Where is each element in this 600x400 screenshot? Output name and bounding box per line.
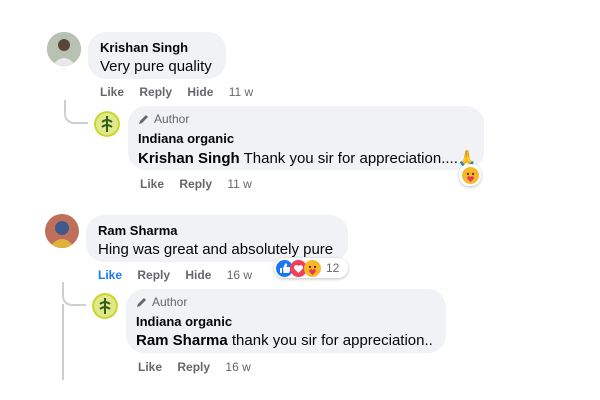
brand-logo-icon bbox=[94, 111, 120, 137]
reply-text-line: Ram Sharma thank you sir for appreciatio… bbox=[136, 332, 433, 349]
comment-bubble: Ram Sharma Hing was great and absolutely… bbox=[86, 215, 348, 262]
care-icon bbox=[461, 166, 479, 184]
like-button[interactable]: Like bbox=[100, 85, 124, 99]
like-button[interactable]: Like bbox=[138, 360, 162, 374]
reply-actions: Like Reply 11 w bbox=[140, 177, 264, 191]
reply-button[interactable]: Reply bbox=[179, 177, 212, 191]
comment-actions: Like Reply Hide 16 w bbox=[98, 268, 264, 282]
reply-bubble: Author Indiana organic Ram Sharma thank … bbox=[126, 289, 446, 353]
reaction-badge[interactable] bbox=[459, 164, 481, 186]
author-badge: Author bbox=[138, 112, 189, 126]
timestamp[interactable]: 16 w bbox=[227, 268, 252, 282]
thread-line bbox=[62, 282, 86, 306]
comment-author[interactable]: Krishan Singh bbox=[100, 40, 188, 55]
avatar-indiana-organic[interactable] bbox=[94, 111, 120, 137]
reply-text: Thank you sir for appreciation....🙏 bbox=[243, 150, 477, 167]
timestamp[interactable]: 11 w bbox=[229, 85, 253, 99]
reply-bubble: Author Indiana organic Krishan Singh Tha… bbox=[128, 106, 484, 170]
avatar-krishan-singh[interactable] bbox=[47, 32, 81, 66]
comment-text: Very pure quality bbox=[100, 58, 212, 75]
thread-line bbox=[62, 304, 64, 380]
timestamp[interactable]: 11 w bbox=[227, 177, 251, 191]
comment-author[interactable]: Ram Sharma bbox=[98, 223, 177, 238]
like-button[interactable]: Like bbox=[140, 177, 164, 191]
comment-bubble: Krishan Singh Very pure quality bbox=[88, 32, 226, 79]
brand-logo-icon bbox=[92, 293, 118, 319]
reply-button[interactable]: Reply bbox=[137, 268, 170, 282]
reply-author[interactable]: Indiana organic bbox=[138, 131, 234, 146]
thread-line bbox=[64, 100, 88, 124]
reply-button[interactable]: Reply bbox=[139, 85, 172, 99]
hide-button[interactable]: Hide bbox=[187, 85, 213, 99]
avatar-ram-sharma[interactable] bbox=[45, 214, 79, 248]
reaction-summary[interactable]: 12 bbox=[274, 258, 348, 278]
reaction-count: 12 bbox=[326, 261, 340, 275]
person-photo-icon bbox=[45, 214, 79, 248]
avatar-indiana-organic[interactable] bbox=[92, 293, 118, 319]
hide-button[interactable]: Hide bbox=[185, 268, 211, 282]
reply-text-line: Krishan Singh Thank you sir for apprecia… bbox=[138, 149, 477, 167]
comment-actions: Like Reply Hide 11 w bbox=[100, 85, 265, 99]
like-button[interactable]: Like bbox=[98, 268, 122, 282]
reply-button[interactable]: Reply bbox=[177, 360, 210, 374]
comment-text: Hing was great and absolutely pure bbox=[98, 241, 334, 258]
reply-actions: Like Reply 16 w bbox=[138, 360, 263, 374]
reply-author[interactable]: Indiana organic bbox=[136, 314, 232, 329]
mention-link[interactable]: Krishan Singh bbox=[138, 150, 240, 167]
reply-text: thank you sir for appreciation.. bbox=[231, 332, 433, 349]
person-photo-icon bbox=[47, 32, 81, 66]
care-icon bbox=[304, 259, 321, 277]
timestamp[interactable]: 16 w bbox=[225, 360, 250, 374]
author-badge: Author bbox=[136, 295, 187, 309]
mention-link[interactable]: Ram Sharma bbox=[136, 332, 228, 349]
pencil-icon bbox=[137, 298, 146, 307]
pencil-icon bbox=[139, 115, 148, 124]
